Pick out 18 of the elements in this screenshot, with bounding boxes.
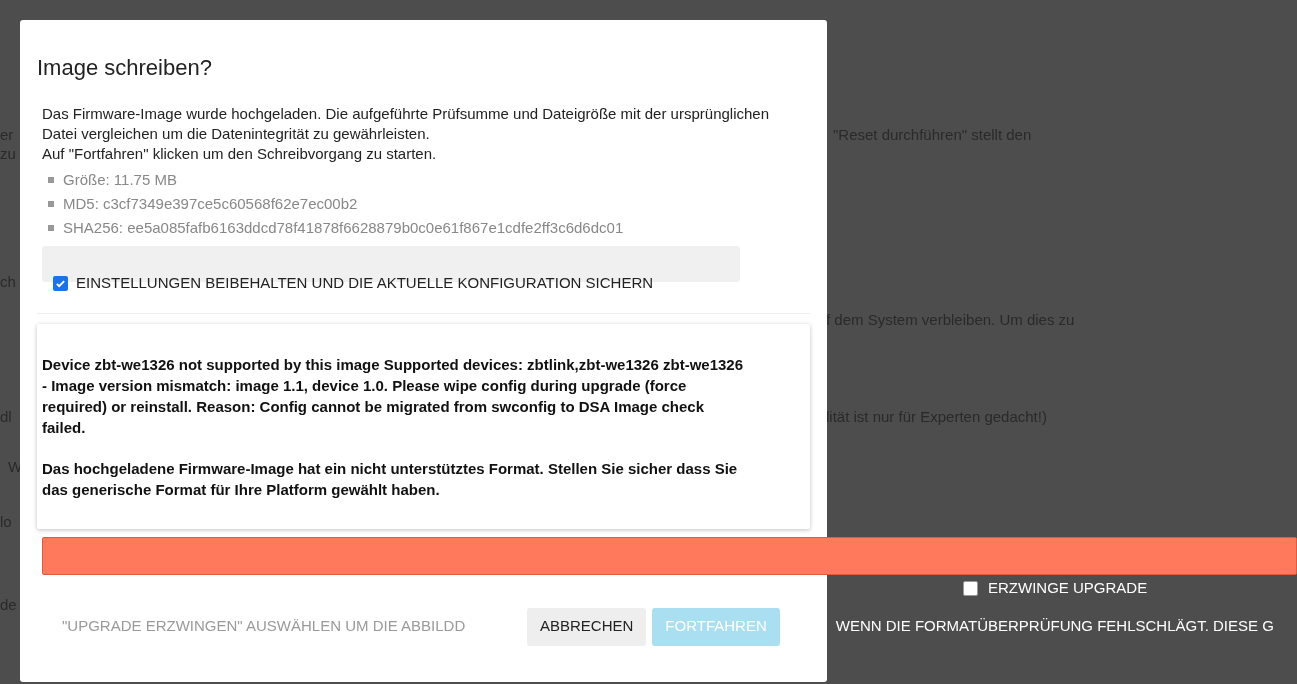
bullet-icon	[48, 225, 54, 231]
cancel-button[interactable]: ABBRECHEN	[527, 607, 647, 646]
hint-text: WENN DIE FORMATÜBERPRÜFUNG FEHLSCHLÄGT. DIESE G	[835, 616, 1274, 637]
dialog-title: Image schreiben?	[37, 54, 213, 82]
intro-text: Auf "Fortfahren" klicken um den Schreibvorgang zu starten.	[42, 144, 438, 164]
checkbox[interactable]	[53, 275, 68, 291]
error-text: Device zbt-we1326 not supported by this image Supported devices: zbtlink,zbt-we1326 zbt-we1326 - Image version mismatch: image 1.1, device 1.0. Please wipe config during upgrade (force required) or reinstall. Reason: Config cannot be migrated from swconfig to DSA Image check failed.	[42, 355, 744, 438]
checkbox[interactable]	[963, 580, 978, 596]
checkbox-label[interactable]: ERZWINGE UPGRADE	[988, 577, 1148, 600]
detail-text: MD5: c3cf7349e397ce5c60568f62e7ec00b2	[63, 194, 358, 214]
error-text: Das hochgeladene Firmware-Image hat ein nicht unterstütztes Format. Stellen Sie sicher dass Sie das generische Format für Ihre Platform gewählt haben.	[42, 459, 739, 500]
intro-text: Das Firmware-Image wurde hochgeladen. Die aufgeführte Prüfsumme und Dateigröße mit der ursprünglichen Datei vergleichen um die Datenintegrität zu gewährleisten.	[42, 104, 771, 144]
bullet-icon	[48, 177, 54, 183]
detail-text: Größe: 11.75 MB	[63, 170, 177, 190]
detail-text: SHA256: ee5a085fafb6163ddcd78f41878f6628879b0c0e61f867e1cdfe2ff3c6d6dc01	[63, 218, 624, 238]
bullet-icon	[48, 201, 54, 207]
checkbox-label[interactable]: EINSTELLUNGEN BEIBEHALTEN UND DIE AKTUELLE KONFIGURATION SICHERN	[76, 272, 654, 295]
hint-text: "UPGRADE ERZWINGEN" AUSWÄHLEN UM DIE ABBILDD	[62, 616, 467, 637]
